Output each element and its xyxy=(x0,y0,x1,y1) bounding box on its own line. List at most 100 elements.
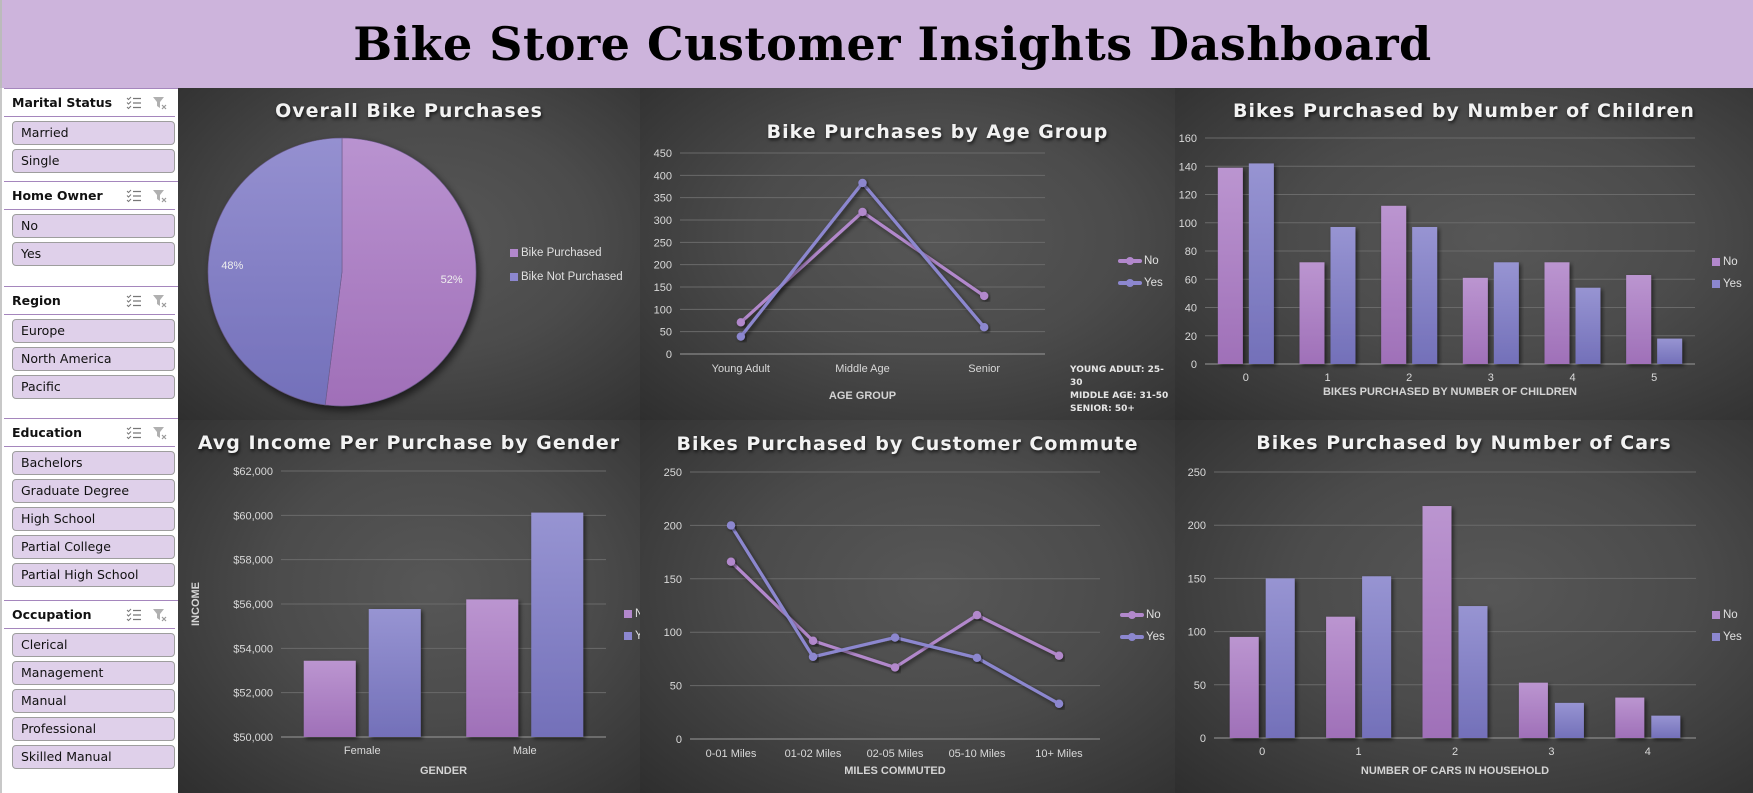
clear-filter-icon[interactable] xyxy=(151,95,169,111)
slicer-item-bachelors[interactable]: Bachelors xyxy=(12,451,175,475)
multi-select-icon[interactable] xyxy=(125,425,143,441)
bar-no-3[interactable] xyxy=(1462,277,1488,364)
clear-filter-icon[interactable] xyxy=(151,607,169,623)
slicer-item-north-america[interactable]: North America xyxy=(12,347,175,371)
line-series-no[interactable] xyxy=(739,210,986,324)
bar-no-1[interactable] xyxy=(1326,616,1356,738)
slicer-item-professional[interactable]: Professional xyxy=(12,717,175,741)
slicer-item-yes[interactable]: Yes xyxy=(12,242,175,266)
slicer-item-graduate-degree[interactable]: Graduate Degree xyxy=(12,479,175,503)
bar-yes-0[interactable] xyxy=(1248,163,1274,364)
clear-filter-icon[interactable] xyxy=(151,425,169,441)
bar-yes-4[interactable] xyxy=(1575,287,1601,364)
x-axis-title: NUMBER OF CARS IN HOUSEHOLD xyxy=(1360,765,1550,777)
y-tick-label: 200 xyxy=(1188,520,1206,532)
pie-slice-bike-purchased[interactable] xyxy=(324,137,477,407)
slicer-header: Education xyxy=(4,419,175,447)
bar-yes-5[interactable] xyxy=(1657,338,1683,364)
multi-select-icon[interactable] xyxy=(125,188,143,204)
x-tick-label: 0 xyxy=(1243,372,1249,384)
line-series-no[interactable] xyxy=(729,560,1060,670)
bar-no-5[interactable] xyxy=(1626,275,1652,364)
point-yes-2[interactable] xyxy=(890,633,900,642)
bar-yes-2[interactable] xyxy=(1458,606,1488,738)
slicer-header: Home Owner xyxy=(4,182,175,210)
y-tick-label: 100 xyxy=(664,627,682,639)
slicer-item-single[interactable]: Single xyxy=(12,149,175,173)
point-no-4[interactable] xyxy=(1054,651,1064,660)
y-tick-label: 60 xyxy=(1185,274,1197,286)
y-tick-label: $50,000 xyxy=(233,732,273,744)
y-tick-label: $58,000 xyxy=(233,555,273,567)
y-tick-label: 100 xyxy=(1179,218,1197,230)
bar-no-4[interactable] xyxy=(1615,697,1645,738)
line-series-yes[interactable] xyxy=(729,524,1060,706)
bar-no-1[interactable] xyxy=(1299,262,1325,364)
bar-yes-male[interactable] xyxy=(531,512,584,737)
point-yes-2[interactable] xyxy=(979,323,989,332)
point-no-1[interactable] xyxy=(858,207,867,217)
slicer-title: Occupation xyxy=(12,607,92,622)
legend-swatch xyxy=(1712,633,1720,641)
bar-yes-3[interactable] xyxy=(1554,702,1584,738)
chart-plot: 0 50 100 150 200 250 0 1 2 3 4 xyxy=(1188,467,1696,758)
bar-no-4[interactable] xyxy=(1544,262,1570,364)
age-group-note-line: YOUNG ADULT: 25-30 xyxy=(1070,365,1164,388)
bar-yes-0[interactable] xyxy=(1265,578,1295,738)
point-no-2[interactable] xyxy=(979,291,989,301)
point-yes-0[interactable] xyxy=(736,332,746,341)
chart-number-of-children: Bikes Purchased by Number of Children 02… xyxy=(1175,88,1753,420)
slicer-item-partial-college[interactable]: Partial College xyxy=(12,535,175,559)
y-tick-label: 120 xyxy=(1179,190,1197,202)
slicer-item-europe[interactable]: Europe xyxy=(12,319,175,343)
bar-yes-female[interactable] xyxy=(368,609,421,737)
bar-no-0[interactable] xyxy=(1217,167,1243,364)
slicer-item-partial-high-school[interactable]: Partial High School xyxy=(12,563,175,587)
point-yes-4[interactable] xyxy=(1054,699,1064,708)
point-yes-1[interactable] xyxy=(808,652,818,661)
y-tick-label: 80 xyxy=(1185,246,1197,258)
slicer-item-pacific[interactable]: Pacific xyxy=(12,375,175,399)
clear-filter-icon[interactable] xyxy=(151,293,169,309)
bar-yes-3[interactable] xyxy=(1493,262,1519,364)
bar-yes-2[interactable] xyxy=(1412,226,1438,364)
age-group-note: YOUNG ADULT: 25-30 MIDDLE AGE: 31-50 SENIO… xyxy=(1070,364,1175,416)
slicer-item-management[interactable]: Management xyxy=(12,661,175,685)
slicer-item-manual[interactable]: Manual xyxy=(12,689,175,713)
slicer-item-high-school[interactable]: High School xyxy=(12,507,175,531)
clear-filter-icon[interactable] xyxy=(151,188,169,204)
legend-swatch xyxy=(624,610,632,618)
point-no-1[interactable] xyxy=(808,636,818,645)
line-series-yes[interactable] xyxy=(739,181,986,338)
legend-item-yes: Yes xyxy=(1120,626,1165,648)
slicer-item-no[interactable]: No xyxy=(12,214,175,238)
bar-no-2[interactable] xyxy=(1381,205,1407,364)
point-yes-0[interactable] xyxy=(726,521,736,530)
bar-yes-1[interactable] xyxy=(1330,226,1356,364)
point-no-0[interactable] xyxy=(726,557,736,566)
bar-no-0[interactable] xyxy=(1229,636,1259,738)
legend-swatch xyxy=(510,249,518,257)
bar-yes-1[interactable] xyxy=(1362,576,1392,738)
x-tick-label: 01-02 Miles xyxy=(785,748,842,760)
slicer-item-married[interactable]: Married xyxy=(12,121,175,145)
multi-select-icon[interactable] xyxy=(125,607,143,623)
bar-yes-4[interactable] xyxy=(1651,715,1681,738)
y-tick-label: 450 xyxy=(654,148,672,160)
multi-select-icon[interactable] xyxy=(125,95,143,111)
bar-no-2[interactable] xyxy=(1422,506,1452,738)
point-no-0[interactable] xyxy=(736,318,746,327)
legend-label: Bike Purchased xyxy=(521,247,602,259)
bar-no-3[interactable] xyxy=(1518,682,1548,738)
point-no-2[interactable] xyxy=(890,663,900,672)
multi-select-icon[interactable] xyxy=(125,293,143,309)
bar-no-male[interactable] xyxy=(466,599,519,737)
slicer-item-clerical[interactable]: Clerical xyxy=(12,633,175,657)
x-axis-title: BIKES PURCHASED BY NUMBER OF CHILDREN xyxy=(1322,386,1578,398)
point-yes-3[interactable] xyxy=(972,653,982,663)
point-no-3[interactable] xyxy=(972,610,982,620)
x-tick-label: 1 xyxy=(1356,746,1362,758)
point-yes-1[interactable] xyxy=(858,178,867,188)
bar-no-female[interactable] xyxy=(303,660,356,737)
slicer-item-skilled-manual[interactable]: Skilled Manual xyxy=(12,745,175,769)
